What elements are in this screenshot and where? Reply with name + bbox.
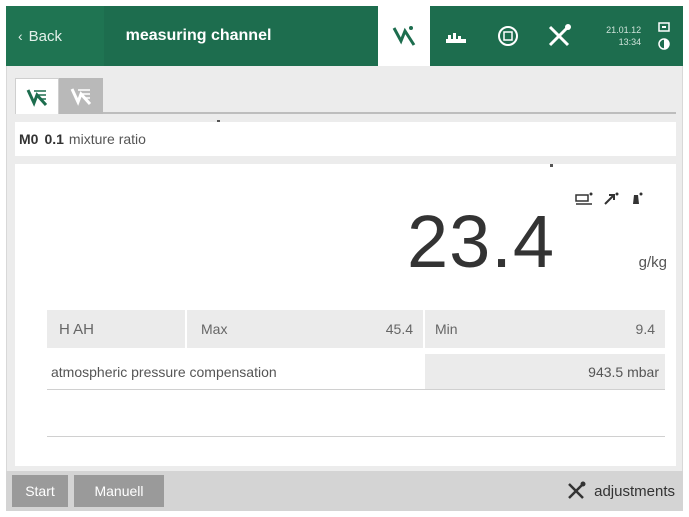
display-mode-icon[interactable]: [575, 192, 593, 206]
measure-icon[interactable]: [378, 6, 431, 66]
reading-options: [575, 192, 643, 208]
main-panel: M0 0.1 mixture ratio 23.4 g/kg H AH Max …: [6, 66, 683, 471]
channel-tab-2-icon: [70, 88, 92, 106]
adjustments-label: adjustments: [594, 482, 675, 500]
top-bar: ‹ Back measuring channel 21.01.12 13:34: [6, 6, 683, 66]
time-text: 13:34: [618, 37, 642, 47]
edit-marker: [550, 164, 553, 167]
channel-header[interactable]: M0 0.1 mixture ratio: [15, 122, 676, 156]
channel-id: M0: [19, 131, 39, 147]
compensation-row[interactable]: atmospheric pressure compensation 943.5 …: [47, 354, 665, 390]
chevron-left-icon: ‹: [18, 28, 23, 44]
back-button[interactable]: ‹ Back: [6, 6, 104, 66]
chart-icon[interactable]: [430, 6, 482, 66]
stat-name[interactable]: H AH: [47, 310, 187, 348]
clock: 21.01.12 13:34: [585, 6, 645, 66]
stat-max[interactable]: Max 45.4: [187, 310, 425, 348]
alarm-icon[interactable]: [629, 192, 643, 208]
tools-icon: [568, 481, 586, 499]
stat-name-label: H AH: [59, 320, 95, 338]
min-value: 9.4: [635, 321, 655, 337]
min-label: Min: [435, 321, 458, 337]
divider: [47, 436, 665, 437]
compensation-label: atmospheric pressure compensation: [51, 363, 277, 380]
max-value: 45.4: [385, 321, 413, 337]
bottom-bar: Start Manuell adjustments: [6, 471, 683, 511]
compensation-value: 943.5 mbar: [425, 354, 665, 389]
status-icon: [658, 38, 670, 50]
tab-channel-2[interactable]: [59, 78, 103, 114]
trend-icon[interactable]: [603, 192, 619, 206]
page-title: measuring channel: [125, 27, 272, 44]
reading-area: 23.4 g/kg H AH Max 45.4 Min 9.4 atmosphe…: [15, 164, 676, 466]
reading-unit: g/kg: [638, 254, 667, 271]
date-text: 21.01.12: [606, 25, 642, 35]
tab-channel[interactable]: [15, 78, 59, 114]
network-icon: [658, 22, 670, 32]
tools-icon[interactable]: [534, 6, 586, 66]
back-label: Back: [28, 27, 63, 45]
channel-label: mixture ratio: [68, 131, 146, 147]
save-icon[interactable]: [482, 6, 534, 66]
start-button[interactable]: Start: [12, 475, 68, 507]
max-label: Max: [201, 321, 228, 337]
reading-value: 23.4: [406, 200, 555, 283]
status-icons: [645, 6, 683, 66]
channel-tab-icon: [26, 88, 48, 107]
stat-min[interactable]: Min 9.4: [425, 310, 665, 348]
adjustments-button[interactable]: adjustments: [566, 481, 675, 501]
channel-value: 0.1: [44, 131, 64, 147]
tab-bar: [15, 78, 676, 114]
stats-row: H AH Max 45.4 Min 9.4: [47, 310, 665, 348]
manual-button[interactable]: Manuell: [74, 475, 164, 507]
